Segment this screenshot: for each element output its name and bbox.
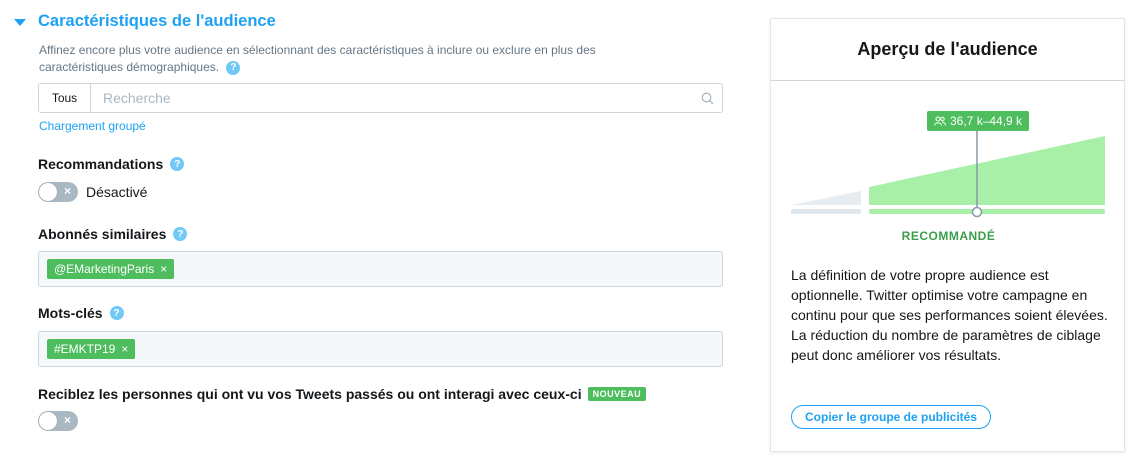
audience-range-text: 36,7 k–44,9 k	[950, 114, 1023, 128]
remove-tag-icon[interactable]: ×	[160, 262, 167, 276]
audience-range-badge: 36,7 k–44,9 k	[927, 111, 1030, 131]
retarget-toggle[interactable]: ×	[38, 411, 78, 431]
search-input[interactable]	[91, 84, 692, 112]
tag-chip-text: #EMKTP19	[54, 342, 116, 356]
panel-title: Aperçu de l'audience	[771, 19, 1124, 81]
gauge-recommended-bar	[869, 209, 1105, 214]
tag-chip: #EMKTP19 ×	[47, 339, 136, 359]
people-icon	[934, 116, 946, 126]
audience-features-section: Caractéristiques de l'audience Affinez e…	[0, 0, 740, 459]
help-icon[interactable]: ?	[226, 60, 241, 75]
panel-description: La définition de votre propre audience e…	[791, 267, 1108, 363]
gauge-recommended-area	[869, 136, 1105, 205]
help-icon[interactable]: ?	[173, 227, 188, 241]
help-icon[interactable]: ?	[170, 157, 185, 171]
help-icon[interactable]: ?	[109, 306, 124, 320]
toggle-knob	[39, 183, 57, 201]
search-icon[interactable]	[692, 84, 722, 112]
keywords-label-text: Mots-clés	[38, 305, 103, 321]
keywords-field[interactable]: #EMKTP19 ×	[38, 331, 723, 367]
section-toggle[interactable]: Caractéristiques de l'audience	[14, 12, 276, 31]
search-scope-dropdown[interactable]: Tous	[39, 84, 91, 112]
recommendations-toggle[interactable]: ×	[38, 182, 78, 202]
remove-tag-icon[interactable]: ×	[121, 342, 128, 356]
gauge-narrow-area	[791, 191, 861, 205]
toggle-knob	[39, 412, 57, 430]
recommended-label: RECOMMANDÉ	[901, 229, 996, 243]
gauge-narrow-bar	[791, 209, 861, 214]
description-text: Affinez encore plus votre audience en sé…	[39, 43, 596, 74]
toggle-off-icon: ×	[63, 184, 71, 198]
tag-chip-text: @EMarketingParis	[54, 262, 155, 276]
bulk-upload-link[interactable]: Chargement groupé	[39, 119, 146, 133]
recommendations-toggle-state: Désactivé	[86, 184, 148, 200]
keywords-label: Mots-clés ?	[38, 305, 124, 321]
section-description: Affinez encore plus votre audience en sé…	[39, 42, 679, 76]
caret-down-icon[interactable]	[14, 19, 26, 26]
retarget-label-text: Reciblez les personnes qui ont vu vos Tw…	[38, 386, 582, 402]
similar-followers-label: Abonnés similaires ?	[38, 226, 188, 242]
tag-chip: @EMarketingParis ×	[47, 259, 175, 279]
new-badge: NOUVEAU	[587, 387, 647, 401]
recommendations-label: Recommandations ?	[38, 156, 185, 172]
recommendations-label-text: Recommandations	[38, 156, 164, 172]
audience-preview-panel: Aperçu de l'audience 36,7 k–44,9 k RECOM…	[770, 18, 1125, 452]
similar-followers-label-text: Abonnés similaires	[38, 226, 167, 242]
similar-followers-field[interactable]: @EMarketingParis ×	[38, 251, 723, 287]
feature-search: Tous	[38, 83, 723, 113]
toggle-off-icon: ×	[63, 413, 71, 427]
copy-ad-group-button[interactable]: Copier le groupe de publicités	[791, 405, 992, 429]
gauge-indicator-dot	[971, 206, 983, 218]
retarget-label: Reciblez les personnes qui ont vu vos Tw…	[38, 386, 647, 402]
section-title: Caractéristiques de l'audience	[38, 12, 276, 30]
